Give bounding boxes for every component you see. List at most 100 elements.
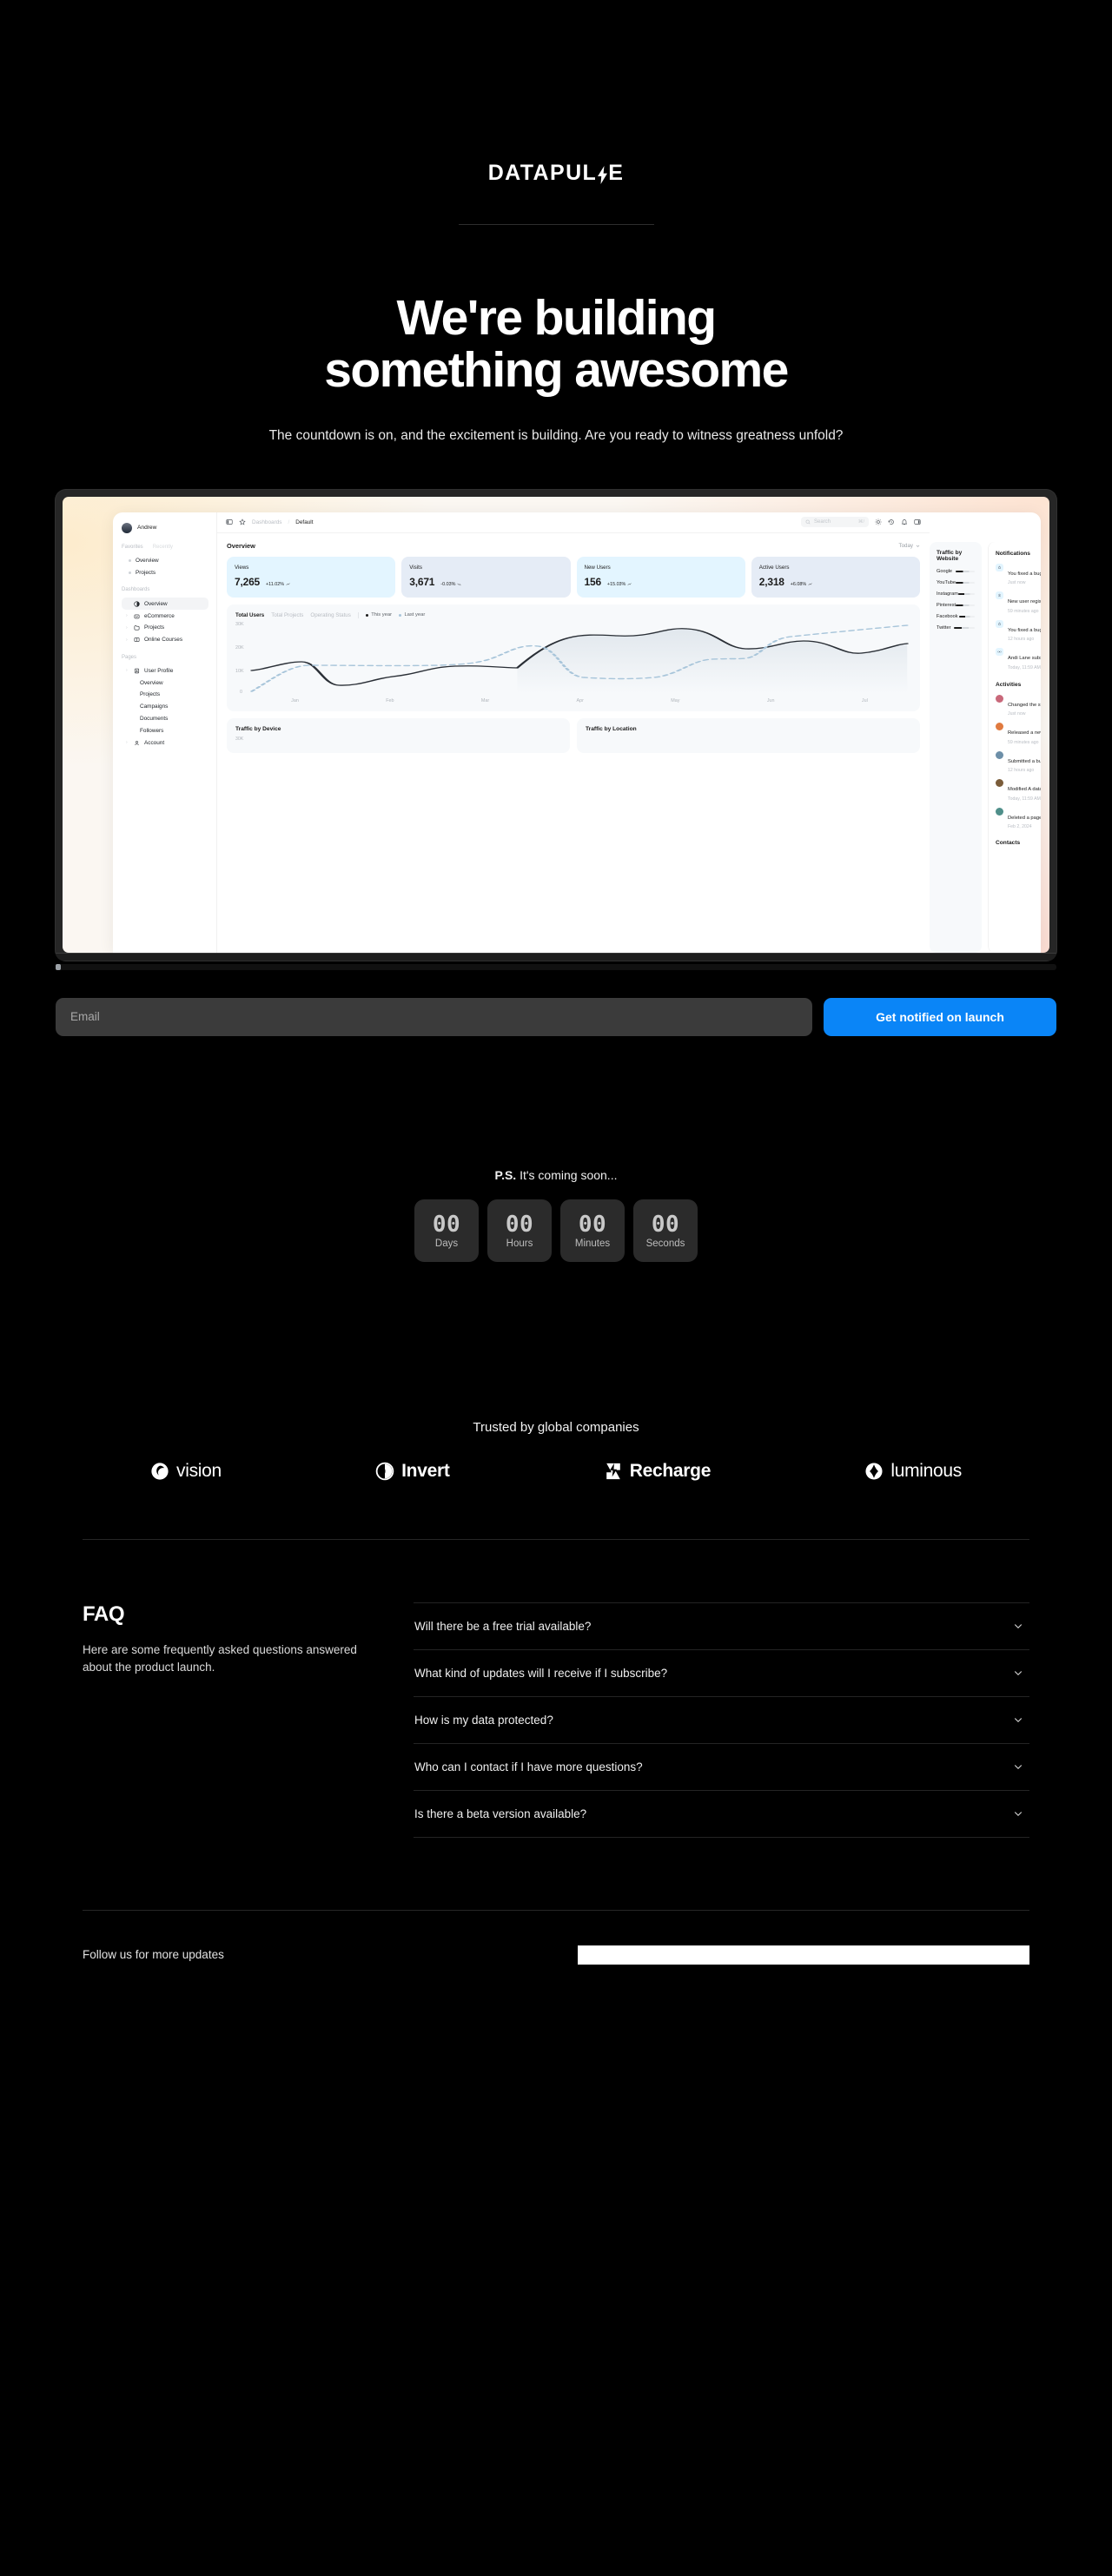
sidebar-item-label: eCommerce xyxy=(144,612,175,619)
search-icon xyxy=(805,519,811,525)
sidebar-subitem-documents[interactable]: Documents xyxy=(122,713,208,725)
notification-item[interactable]: New user registered. 59 minutes ago xyxy=(996,591,1041,614)
breadcrumb-parent[interactable]: Dashboards xyxy=(252,519,281,525)
sidebar-toggle-icon[interactable] xyxy=(226,519,233,525)
bell-icon[interactable] xyxy=(901,519,908,525)
activity-item[interactable]: Changed the style. Just now xyxy=(996,694,1041,717)
section-divider xyxy=(83,1538,1029,1540)
brand-luminous: luminous xyxy=(864,1461,962,1482)
faq-item[interactable]: Is there a beta version available? xyxy=(414,1791,1029,1838)
stat-card-visits[interactable]: Visits 3,671 -0.03% xyxy=(401,556,571,598)
sidebar-tabs: Favorites Recently xyxy=(122,545,208,550)
countdown-label: Seconds xyxy=(645,1238,685,1250)
sidebar-subitem-followers[interactable]: Followers xyxy=(122,724,208,736)
traffic-label: Facebook xyxy=(937,613,958,619)
history-icon[interactable] xyxy=(888,519,895,525)
notification-text: You fixed a bug. xyxy=(1008,571,1041,577)
invert-rings-icon xyxy=(375,1462,394,1481)
activity-text: Deleted a page in Project X. xyxy=(1008,815,1041,821)
contacts-title: Contacts xyxy=(996,840,1021,847)
activity-time: Feb 2, 2024 xyxy=(1008,824,1032,830)
notification-text: Andi Lane subscribed to you. xyxy=(1008,656,1041,662)
activity-item[interactable]: Released a new version. 59 minutes ago xyxy=(996,723,1041,745)
notification-item[interactable]: You fixed a bug. Just now xyxy=(996,563,1041,585)
bug-icon xyxy=(996,563,1003,571)
sidebar-item-dash-overview[interactable]: Overview xyxy=(122,598,208,611)
sidebar-item-projects[interactable]: › Projects xyxy=(122,622,208,634)
sidebar-item-label: Overview xyxy=(136,558,159,565)
sidebar-item-account[interactable]: › Account xyxy=(122,736,208,749)
traffic-by-location-panel: Traffic by Location xyxy=(577,717,920,753)
notification-item[interactable]: Andi Lane subscribed to you. Today, 11:59… xyxy=(996,648,1041,670)
brand-name: Invert xyxy=(401,1460,450,1481)
faq-question: How is my data protected? xyxy=(414,1713,553,1727)
sidebar-item-user-profile[interactable]: › User Profile xyxy=(122,665,208,677)
sidebar-subitem-campaigns[interactable]: Campaigns xyxy=(122,701,208,713)
total-users-chart-panel: Total Users Total Projects Operating Sta… xyxy=(227,604,920,711)
faq-item[interactable]: Will there be a free trial available? xyxy=(414,1602,1029,1650)
brand-logos: vision Invert Recharge luminous xyxy=(117,1461,995,1482)
panel-title: Traffic by Website xyxy=(937,549,963,562)
panel-toggle-icon[interactable] xyxy=(914,519,921,525)
sidebar-tab-favorites[interactable]: Favorites xyxy=(122,545,143,550)
avatar xyxy=(996,807,1003,816)
sidebar-subitem-overview[interactable]: Overview xyxy=(122,677,208,689)
get-notified-button[interactable]: Get notified on launch xyxy=(824,997,1056,1036)
email-field[interactable] xyxy=(56,997,812,1036)
x-tick: Jul xyxy=(861,697,868,703)
activity-item[interactable]: Deleted a page in Project X. Feb 2, 2024 xyxy=(996,807,1041,830)
stat-card-views[interactable]: Views 7,265 +11.02% xyxy=(227,556,396,598)
y-tick: 10K xyxy=(235,668,244,674)
faq-item[interactable]: How is my data protected? xyxy=(414,1697,1029,1744)
dashboard-topbar: Dashboards / Default Search ⌘/ xyxy=(217,512,930,533)
legend-this-year: This year xyxy=(365,612,392,618)
sidebar-item-ecommerce[interactable]: › eCommerce xyxy=(122,610,208,622)
chevron-right-icon: › xyxy=(126,740,128,746)
x-tick: Apr xyxy=(576,697,584,703)
notification-item[interactable]: You fixed a bug. 12 hours ago xyxy=(996,619,1041,642)
chart-tab-total-projects[interactable]: Total Projects xyxy=(271,612,303,618)
dashboard-app: Andrew Favorites Recently Overview Proje… xyxy=(113,512,1041,953)
sidebar-tab-recently[interactable]: Recently xyxy=(153,545,173,550)
sidebar-item-online-courses[interactable]: › Online Courses xyxy=(122,634,208,646)
sidebar-subitem-projects[interactable]: Projects xyxy=(122,689,208,701)
sun-icon[interactable] xyxy=(875,519,882,525)
divider xyxy=(357,611,359,618)
brand-logo[interactable]: DATAPUL E xyxy=(488,161,625,186)
sidebar-item-overview-quick[interactable]: Overview xyxy=(122,555,208,567)
stat-value: 2,318 xyxy=(758,575,784,588)
y-tick: 20K xyxy=(235,644,244,651)
y-tick: 0 xyxy=(240,689,242,695)
chart-tab-total-users[interactable]: Total Users xyxy=(235,612,264,618)
date-range-selector[interactable]: Today xyxy=(898,543,920,549)
countdown-section: P.S. It's coming soon... 00 Days 00 Hour… xyxy=(0,1168,1112,1262)
star-icon[interactable] xyxy=(239,519,246,525)
user-icon xyxy=(135,740,139,745)
user-icon xyxy=(996,591,1003,600)
faq-item[interactable]: What kind of updates will I receive if I… xyxy=(414,1650,1029,1697)
panel-title: Traffic by Device xyxy=(235,725,281,732)
chevron-right-icon: › xyxy=(126,668,128,674)
sidebar-user[interactable]: Andrew xyxy=(122,522,208,533)
x-tick: Jun xyxy=(766,697,775,703)
search-placeholder: Search xyxy=(814,519,831,525)
sidebar-group-pages-label: Pages xyxy=(122,654,137,660)
countdown-note-text: It's coming soon... xyxy=(516,1167,618,1182)
faq-item[interactable]: Who can I contact if I have more questio… xyxy=(414,1744,1029,1791)
activity-item[interactable]: Submitted a bug. 12 hours ago xyxy=(996,750,1041,773)
trend-up-icon xyxy=(627,583,632,586)
activity-item[interactable]: Modified A data in Page X. Today, 11:59 A… xyxy=(996,779,1041,802)
sidebar-item-label: Online Courses xyxy=(144,637,183,644)
traffic-row: Pinterest xyxy=(937,603,975,608)
stat-card-active-users[interactable]: Active Users 2,318 +6.08% xyxy=(751,556,920,598)
chart-tab-operating-status[interactable]: Operating Status xyxy=(310,612,350,618)
sidebar-item-projects-quick[interactable]: Projects xyxy=(122,567,208,579)
activity-text: Released a new version. xyxy=(1008,730,1041,736)
social-links-bar[interactable] xyxy=(578,1945,1029,1965)
stat-card-new-users[interactable]: New Users 156 +15.03% xyxy=(576,556,745,598)
brand-recharge: Recharge xyxy=(604,1461,711,1482)
search-input[interactable]: Search ⌘/ xyxy=(801,517,869,528)
stat-value: 156 xyxy=(584,575,602,588)
footer: Follow us for more updates xyxy=(83,1945,1029,1965)
countdown-unit-days: 00 Days xyxy=(414,1199,479,1262)
